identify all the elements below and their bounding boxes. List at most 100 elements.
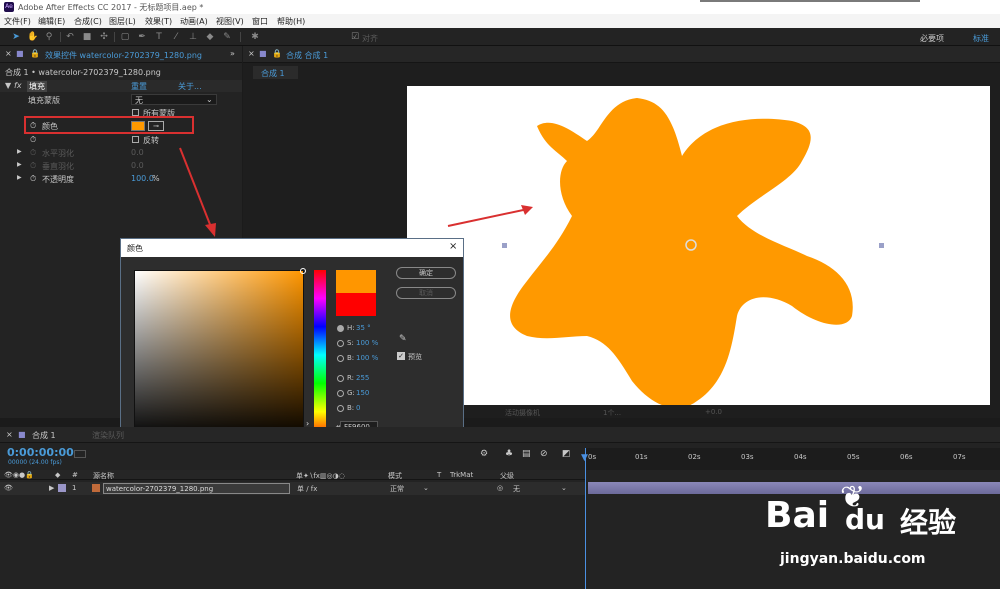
workspace-standard[interactable]: 标准 [973, 33, 989, 44]
layer-name-field[interactable]: watercolor-2702379_1280.png [103, 483, 290, 494]
r-value[interactable]: 255 [356, 374, 369, 382]
twirl-right-icon[interactable]: ▶ [17, 161, 22, 168]
puppet-tool-icon[interactable]: ✱ [250, 32, 260, 42]
pen-tool-icon[interactable]: ✒ [137, 32, 147, 42]
layer-handle-left[interactable] [502, 243, 507, 248]
layer-switches-icon[interactable]: 单 / fx [297, 484, 317, 494]
menu-composition[interactable]: 合成(C) [74, 16, 102, 27]
ok-button[interactable]: 确定 [396, 267, 456, 279]
camera-dropdown[interactable]: 活动摄像机 [505, 408, 540, 418]
layer-handle-right[interactable] [879, 243, 884, 248]
clone-tool-icon[interactable]: ⊥ [188, 32, 198, 42]
selection-tool-icon[interactable]: ➤ [11, 32, 21, 42]
exposure-value[interactable]: +0.0 [705, 408, 722, 416]
s-radio[interactable] [337, 340, 344, 347]
b-value[interactable]: 100 % [356, 354, 378, 362]
reset-link[interactable]: 重置 [131, 81, 147, 92]
panel-lock-icon[interactable]: 🔒 [30, 49, 40, 58]
cancel-button[interactable]: 取消 [396, 287, 456, 299]
hand-tool-icon[interactable]: ✋ [27, 32, 38, 42]
menu-edit[interactable]: 编辑(E) [38, 16, 65, 27]
color-swatch[interactable] [131, 121, 145, 131]
eyedropper-icon[interactable]: ✎ [399, 334, 407, 344]
eyedropper-icon[interactable]: ⊸ [148, 121, 164, 131]
rotate-tool-icon[interactable]: ↶ [65, 32, 75, 42]
composition-canvas[interactable] [407, 86, 990, 409]
fx-icon[interactable]: fx [14, 81, 22, 90]
layer-parent-dropdown[interactable]: 无 [513, 484, 520, 494]
twirl-right-icon[interactable]: ▶ [17, 148, 22, 155]
stopwatch-icon[interactable]: ⏱ [30, 174, 36, 184]
blue-value[interactable]: 0 [356, 404, 360, 412]
layer-mode-dropdown[interactable]: 正常 [390, 484, 404, 494]
close-icon[interactable]: × [449, 241, 457, 252]
bb-radio[interactable] [337, 405, 344, 412]
color-cursor-icon[interactable] [300, 268, 306, 274]
saturation-brightness-field[interactable] [134, 268, 306, 440]
layer-row[interactable]: 👁 ▶ 1 watercolor-2702379_1280.png 单 / fx… [0, 482, 585, 495]
composition-mini-flowchart-icon[interactable]: ⚙ [480, 449, 488, 459]
v-feather-value[interactable]: 0.0 [131, 161, 144, 170]
g-value[interactable]: 150 [356, 389, 369, 397]
current-timecode[interactable]: 0:00:00:00 [7, 446, 74, 459]
stopwatch-icon[interactable]: ⏱ [30, 161, 36, 171]
h-feather-value[interactable]: 0.0 [131, 148, 144, 157]
stopwatch-icon[interactable]: ⏱ [30, 135, 36, 145]
pick-whip-icon[interactable]: ◎ [497, 484, 503, 492]
playhead[interactable] [585, 448, 586, 589]
b-radio[interactable] [337, 355, 344, 362]
about-link[interactable]: 关于... [178, 81, 202, 92]
close-icon[interactable]: × [248, 49, 255, 58]
stopwatch-icon[interactable]: ⏱ [30, 148, 36, 158]
preview-checkbox[interactable]: ✓ [397, 352, 405, 360]
effect-controls-tab[interactable]: 效果控件 watercolor-2702379_1280.png [45, 50, 202, 61]
effect-header-row[interactable]: ▼ fx 填充 重置 关于... [0, 80, 242, 92]
label-color-icon[interactable] [58, 484, 66, 492]
menu-window[interactable]: 窗口 [252, 16, 268, 27]
visibility-icon[interactable]: 👁 [4, 484, 13, 492]
opacity-value[interactable]: 100.0 [131, 174, 154, 183]
menu-layer[interactable]: 图层(L) [109, 16, 136, 27]
expand-icon[interactable]: » [230, 49, 235, 58]
graph-editor-icon[interactable]: ◩ [562, 449, 571, 459]
camera-tool-icon[interactable]: ■ [82, 32, 92, 42]
timeline-tab[interactable]: 合成 1 [32, 430, 56, 441]
col-source-name[interactable]: 源名称 [93, 471, 114, 481]
draft-3d-icon[interactable]: ♣ [505, 449, 513, 459]
viewer-menu-icon[interactable]: ■ [259, 49, 267, 58]
invert-checkbox[interactable] [132, 136, 139, 143]
s-value[interactable]: 100 % [356, 339, 378, 347]
all-masks-checkbox[interactable] [132, 109, 139, 116]
viewer-lock-icon[interactable]: 🔒 [272, 49, 282, 58]
menu-effect[interactable]: 效果(T) [145, 16, 172, 27]
h-radio[interactable] [337, 325, 344, 332]
composition-subtab[interactable]: 合成 1 [253, 66, 298, 79]
hue-slider[interactable] [314, 270, 326, 440]
flower-layer[interactable] [407, 86, 990, 409]
zoom-tool-icon[interactable]: ⚲ [44, 32, 54, 42]
pan-behind-tool-icon[interactable]: ✣ [99, 32, 109, 42]
search-input[interactable] [74, 450, 86, 458]
twirl-right-icon[interactable]: ▶ [17, 174, 22, 181]
menu-animation[interactable]: 动画(A) [180, 16, 208, 27]
twirl-right-icon[interactable]: ▶ [49, 484, 54, 492]
workspace-essentials[interactable]: 必要项 [920, 33, 944, 44]
timeline-menu-icon[interactable]: ■ [18, 430, 26, 439]
view-count-dropdown[interactable]: 1个... [603, 408, 621, 418]
brush-tool-icon[interactable]: ⁄ [171, 32, 181, 42]
h-value[interactable]: 35 ° [356, 324, 371, 332]
eraser-tool-icon[interactable]: ◆ [205, 32, 215, 42]
close-icon[interactable]: × [5, 49, 12, 58]
render-queue-tab[interactable]: 渲染队列 [92, 430, 124, 441]
rectangle-tool-icon[interactable]: ▢ [120, 32, 130, 42]
menu-view[interactable]: 视图(V) [216, 16, 244, 27]
text-tool-icon[interactable]: T [154, 32, 164, 42]
twirl-down-icon[interactable]: ▼ [5, 81, 11, 90]
snap-checkbox-icon[interactable]: ☑ [350, 32, 360, 42]
stopwatch-icon[interactable]: ⏱ [30, 121, 36, 131]
close-icon[interactable]: × [6, 430, 13, 439]
menu-help[interactable]: 帮助(H) [277, 16, 305, 27]
fill-mask-dropdown[interactable]: 无 ⌄ [131, 94, 217, 105]
shy-layers-icon[interactable]: ▤ [522, 449, 531, 459]
menu-file[interactable]: 文件(F) [4, 16, 31, 27]
